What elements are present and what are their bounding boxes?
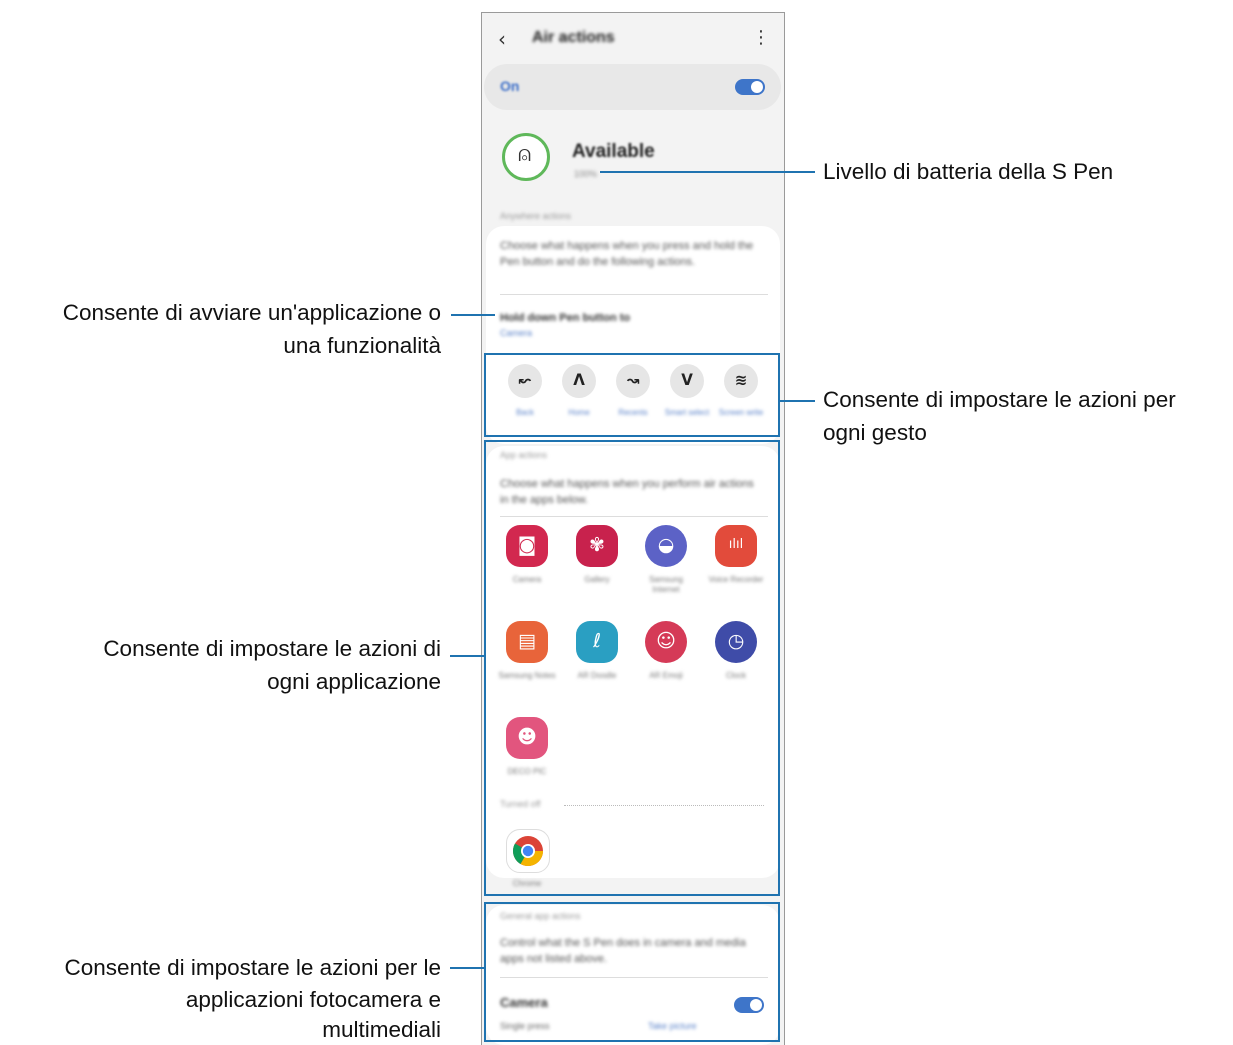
callout-gesture-line2: ogni gesto bbox=[823, 420, 927, 445]
leader-line bbox=[600, 171, 815, 173]
callout-launch-line1: Consente di avviare un'applicazione o bbox=[62, 300, 441, 325]
hold-pen-button-value[interactable]: Camera bbox=[500, 328, 532, 338]
callout-media-line3: multimediali bbox=[322, 1017, 441, 1042]
section-header-anywhere: Anywhere actions bbox=[500, 211, 572, 221]
hold-pen-button-title[interactable]: Hold down Pen button to bbox=[500, 310, 760, 326]
top-app-bar: ‹ Air actions ⋮ bbox=[482, 13, 784, 61]
page-title: Air actions bbox=[532, 29, 615, 46]
callout-gesture-line1: Consente di impostare le azioni per bbox=[823, 387, 1176, 412]
s-pen-icon: ⍝ bbox=[502, 133, 550, 181]
app-actions-highlight-frame bbox=[484, 440, 780, 896]
leader-line bbox=[778, 400, 815, 402]
gestures-highlight-frame bbox=[484, 353, 780, 437]
pen-battery-level: 100% bbox=[574, 169, 598, 179]
master-switch-row[interactable]: On bbox=[484, 64, 781, 110]
chevron-left-icon[interactable]: ‹ bbox=[498, 27, 506, 51]
divider bbox=[500, 294, 768, 295]
leader-line bbox=[450, 967, 484, 969]
general-actions-highlight-frame bbox=[484, 902, 780, 1042]
callout-battery: Livello di batteria della S Pen bbox=[823, 159, 1114, 184]
callout-launch-line2: una funzionalità bbox=[283, 333, 441, 358]
leader-line bbox=[450, 655, 484, 657]
anywhere-description: Choose what happens when you press and h… bbox=[500, 240, 754, 268]
callout-apps-line2: ogni applicazione bbox=[267, 669, 441, 694]
master-toggle[interactable] bbox=[735, 79, 765, 95]
pen-status-title: Available bbox=[572, 141, 655, 162]
leader-line bbox=[451, 314, 495, 316]
callout-media-line2: applicazioni fotocamera e bbox=[185, 987, 441, 1012]
more-vert-icon[interactable]: ⋮ bbox=[752, 27, 770, 48]
callout-media-line1: Consente di impostare le azioni per le bbox=[64, 955, 441, 980]
master-switch-label: On bbox=[500, 78, 520, 94]
callout-apps-line1: Consente di impostare le azioni di bbox=[103, 636, 441, 661]
